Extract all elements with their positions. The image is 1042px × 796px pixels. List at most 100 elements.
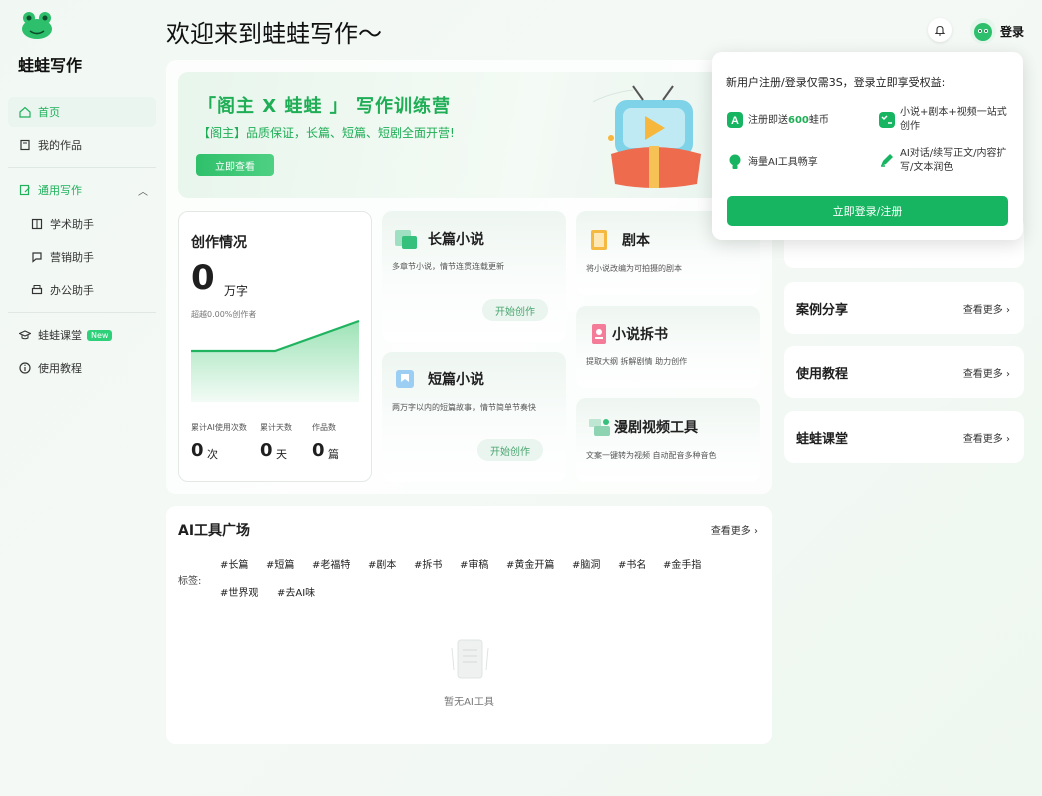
word-count-value: 0 <box>191 258 215 298</box>
chevron-right-icon: › <box>1006 369 1010 380</box>
classroom-more-link[interactable]: 查看更多 › <box>963 430 1010 445</box>
sidebar-item-label: 我的作品 <box>38 139 82 152</box>
sidebar-item-label: 学术助手 <box>50 218 94 231</box>
tutorial-card[interactable]: 使用教程 查看更多 › <box>784 346 1024 398</box>
sidebar-item-office[interactable]: 办公助手 <box>20 275 156 305</box>
banner-subtitle: 【阁主】品质保证，长篇、短篇、短剧全面开营! <box>198 126 455 140</box>
tool-desc: 将小说改编为可拍摄的剧本 <box>586 264 682 273</box>
tool-title: 剧本 <box>622 233 650 249</box>
stat-label: 累计AI使用次数 <box>191 423 247 432</box>
sidebar-item-my-works[interactable]: 我的作品 <box>8 130 156 160</box>
percentile-text: 超越0.00%创作者 <box>191 310 257 319</box>
feature-text: 蛙币 <box>808 115 829 126</box>
tool-desc: 两万字以内的短篇故事，情节简单节奏快 <box>392 403 536 412</box>
tv-illustration-icon <box>593 85 701 188</box>
frog-avatar-icon <box>974 23 992 41</box>
divider <box>8 167 156 168</box>
chevron-right-icon: › <box>754 526 758 537</box>
popup-feature-onestop: 小说+剧本+视频一站式创作 <box>900 107 1007 132</box>
long-novel-card[interactable]: 长篇小说 多章节小说，情节连贯连载更新 开始创作 <box>382 211 566 342</box>
book-icon <box>18 138 32 152</box>
chevron-up-icon[interactable]: ︿ <box>138 183 148 198</box>
creation-stats-card: 创作情况 0 万字 超越0.00%创作者 累计AI使用次数 累计天数 作品数 0… <box>178 211 372 482</box>
login-register-button[interactable]: 立即登录/注册 <box>727 196 1008 226</box>
info-icon <box>18 361 32 375</box>
banner-title: 「阁主 X 蛙蛙 」 写作训练营 <box>198 96 451 117</box>
frog-logo-icon[interactable] <box>20 10 54 40</box>
side-card-title: 蛙蛙课堂 <box>796 432 849 447</box>
tag-chip[interactable]: #长篇 <box>220 556 248 571</box>
checklist-icon <box>879 112 895 128</box>
ai-tools-more-link[interactable]: 查看更多 › <box>711 522 758 537</box>
sidebar-item-general-writing[interactable]: 通用写作 ︿ <box>8 175 156 205</box>
stats-title: 创作情况 <box>191 235 247 251</box>
tag-chip[interactable]: #短篇 <box>266 556 294 571</box>
tool-desc: 多章节小说，情节连贯连载更新 <box>392 262 504 271</box>
banner-view-button[interactable]: 立即查看 <box>196 154 274 176</box>
edit-icon <box>18 183 32 197</box>
stat-value: 0 <box>191 440 204 461</box>
side-card-title: 使用教程 <box>796 367 849 382</box>
short-story-icon <box>396 370 414 388</box>
classroom-card[interactable]: 蛙蛙课堂 查看更多 › <box>784 411 1024 463</box>
sidebar-item-home[interactable]: 首页 <box>8 97 156 127</box>
novel-breakdown-card[interactable]: 小说拆书 提取大纲 拆解剧情 助力创作 <box>576 306 760 388</box>
tool-desc: 提取大纲 拆解剧情 助力创作 <box>586 357 688 366</box>
popup-feature-ai: AI对话/续写正文/内容扩写/文本润色 <box>900 148 1007 173</box>
feature-text: 注册即送 <box>748 115 788 126</box>
ai-tools-title: AI工具广场 <box>178 523 251 539</box>
trend-chart <box>191 320 360 402</box>
tag-chip[interactable]: #剧本 <box>368 556 396 571</box>
sidebar-item-classroom[interactable]: 蛙蛙课堂 New <box>8 320 156 350</box>
divider <box>8 312 156 313</box>
avatar[interactable] <box>970 18 996 44</box>
start-long-novel-button[interactable]: 开始创作 <box>482 299 548 321</box>
promo-banner[interactable]: 「阁主 X 蛙蛙 」 写作训练营 【阁主】品质保证，长篇、短篇、短剧全面开营! … <box>178 72 758 198</box>
popup-headline: 新用户注册/登录仅需3S，登录立即享受权益: <box>726 76 946 89</box>
printer-icon <box>30 283 44 297</box>
tool-title: 短篇小说 <box>428 372 484 388</box>
stat-unit: 次 <box>207 448 218 461</box>
script-icon <box>591 230 607 250</box>
tool-title: 漫剧视频工具 <box>614 420 698 436</box>
tag-chip[interactable]: #世界观 <box>220 584 258 599</box>
svg-text:A: A <box>731 115 739 127</box>
tag-chip[interactable]: #审稿 <box>460 556 488 571</box>
short-story-card[interactable]: 短篇小说 两万字以内的短篇故事，情节简单节奏快 开始创作 <box>382 352 566 482</box>
chevron-right-icon: › <box>1006 305 1010 316</box>
more-label: 查看更多 <box>710 526 751 537</box>
sidebar-item-label: 营销助手 <box>50 251 94 264</box>
coin-amount: 600 <box>788 115 809 126</box>
case-share-more-link[interactable]: 查看更多 › <box>963 301 1010 316</box>
tag-chip[interactable]: #拆书 <box>414 556 442 571</box>
side-card-title: 案例分享 <box>796 303 849 318</box>
sidebar-item-academic[interactable]: 学术助手 <box>20 209 156 239</box>
tag-chip[interactable]: #金手指 <box>663 556 701 571</box>
more-label: 查看更多 <box>962 434 1003 445</box>
popup-feature-coins: 注册即送600蛙币 <box>748 114 829 128</box>
tag-chip[interactable]: #黄金开篇 <box>506 556 554 571</box>
lightbulb-icon <box>729 154 741 169</box>
sidebar-item-label: 首页 <box>38 106 60 119</box>
tag-chip[interactable]: #书名 <box>618 556 646 571</box>
tag-chip[interactable]: #去AI味 <box>277 584 315 599</box>
login-benefits-popup: 新用户注册/登录仅需3S，登录立即享受权益: A 注册即送600蛙币 小说+剧本… <box>712 52 1023 240</box>
stat-value: 0 <box>260 440 273 461</box>
sidebar-item-tutorial[interactable]: 使用教程 <box>8 353 156 383</box>
tool-title: 长篇小说 <box>428 232 484 248</box>
stat-label: 作品数 <box>312 423 336 432</box>
tutorial-more-link[interactable]: 查看更多 › <box>963 365 1010 380</box>
start-short-story-button[interactable]: 开始创作 <box>477 439 543 461</box>
stat-unit: 天 <box>276 448 287 461</box>
tag-chip[interactable]: #脑洞 <box>572 556 600 571</box>
new-badge: New <box>87 329 113 341</box>
stat-value: 0 <box>312 440 325 461</box>
tag-chip[interactable]: #老福特 <box>312 556 350 571</box>
more-label: 查看更多 <box>962 369 1003 380</box>
notification-bell-icon[interactable] <box>928 18 952 42</box>
comic-video-card[interactable]: 漫剧视频工具 文案一键转为视频 自动配音多种音色 <box>576 398 760 482</box>
login-link[interactable]: 登录 <box>1000 23 1024 40</box>
sidebar-item-marketing[interactable]: 营销助手 <box>20 242 156 272</box>
case-share-card[interactable]: 案例分享 查看更多 › <box>784 282 1024 334</box>
more-label: 查看更多 <box>962 305 1003 316</box>
